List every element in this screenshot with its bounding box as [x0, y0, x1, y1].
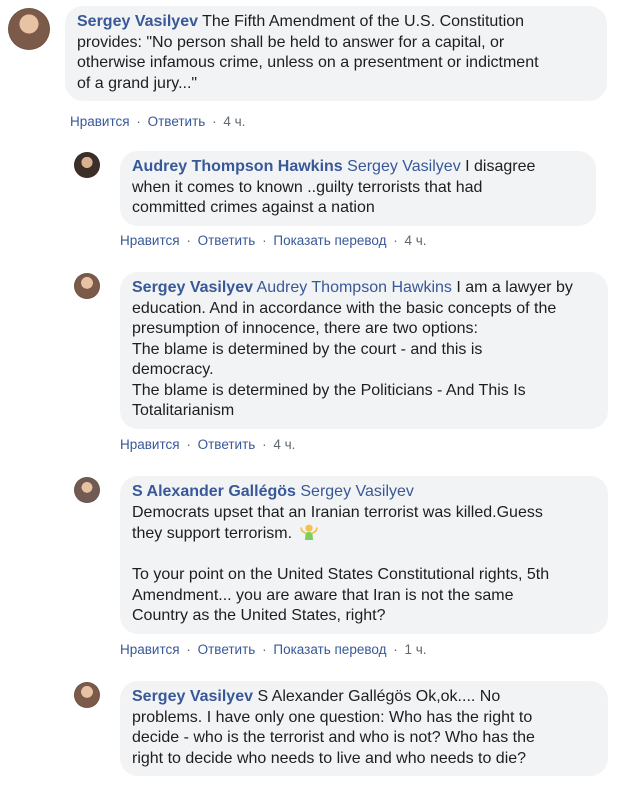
comment-author[interactable]: Sergey Vasilyev [77, 13, 198, 30]
like-link[interactable]: Нравится [120, 642, 180, 657]
comment-text: right to decide who needs to live and wh… [132, 749, 527, 767]
comment-actions: Нравится · Ответить · 4 ч. [120, 437, 295, 452]
timestamp[interactable]: 4 ч. [404, 233, 426, 248]
mention-link[interactable]: Sergey Vasilyev [300, 483, 414, 500]
comment-author[interactable]: S Alexander Gallégös [132, 483, 296, 500]
comment-text: problems. I have only one question: Who … [132, 708, 533, 726]
reply-comment: Audrey Thompson Hawkins Sergey Vasilyev … [74, 151, 596, 226]
comment-text: Amendment... you are aware that Iran is … [132, 586, 514, 604]
avatar[interactable] [74, 273, 100, 299]
comment-text: committed crimes against a nation [132, 199, 375, 216]
comment-text: The blame is determined by the court - a… [132, 340, 483, 358]
comment-text: provides: "No person shall be held to an… [77, 33, 505, 51]
reply-comment: S Alexander Gallégös Sergey Vasilyev Dem… [74, 476, 608, 634]
comment-text: democracy. [132, 361, 214, 378]
comment-bubble: Sergey Vasilyev S Alexander Gallégös Ok,… [120, 681, 608, 776]
comment-text: when it comes to known ..guilty terroris… [132, 178, 483, 196]
comment-bubble: Sergey Vasilyev Audrey Thompson Hawkins … [120, 272, 608, 429]
comment-text: of a grand jury..." [77, 74, 198, 92]
comment-text: I am a lawyer by [456, 279, 573, 296]
comment: Sergey Vasilyev The Fifth Amendment of t… [8, 6, 607, 101]
comment-text: decide - who is the terrorist and who is… [132, 729, 535, 746]
comment-text: The blame is determined by the Politicia… [132, 381, 526, 399]
comment-text: education. And in accordance with the ba… [132, 299, 557, 317]
separator-dot: · [186, 233, 191, 248]
reply-link[interactable]: Ответить [198, 233, 256, 248]
comment-author[interactable]: Sergey Vasilyev [132, 279, 253, 296]
comment-actions: Нравится · Ответить · Показать перевод ·… [120, 642, 427, 657]
comment-author[interactable]: Audrey Thompson Hawkins [132, 158, 343, 175]
comment-text: I disagree [465, 158, 536, 175]
reply-link[interactable]: Ответить [198, 437, 256, 452]
mention-link[interactable]: Audrey Thompson Hawkins [257, 279, 452, 296]
comment-author[interactable]: Sergey Vasilyev [132, 688, 253, 705]
separator-dot: · [262, 437, 267, 452]
avatar[interactable] [74, 682, 100, 708]
translate-link[interactable]: Показать перевод [273, 233, 386, 248]
mention-link[interactable]: Sergey Vasilyev [347, 158, 461, 175]
timestamp[interactable]: 1 ч. [404, 642, 426, 657]
comment-text: otherwise infamous crime, unless on a pr… [77, 54, 539, 71]
reply-comment: Sergey Vasilyev Audrey Thompson Hawkins … [74, 272, 608, 429]
reply-link[interactable]: Ответить [198, 642, 256, 657]
comment-text: they support terrorism. [132, 525, 293, 542]
comment-text [132, 545, 596, 566]
avatar[interactable] [8, 8, 50, 50]
comment-text: S Alexander Gallégös Ok,ok.... No [257, 688, 501, 705]
avatar[interactable] [74, 477, 100, 503]
separator-dot: · [262, 642, 267, 657]
comment-text: To your point on the United States Const… [132, 566, 550, 583]
separator-dot: · [136, 114, 141, 129]
separator-dot: · [212, 114, 217, 129]
comment-text: presumption of innocence, there are two … [132, 320, 478, 337]
comment-text: Democrats upset that an Iranian terroris… [132, 503, 543, 521]
comment-actions: Нравится · Ответить · 4 ч. [70, 114, 245, 129]
separator-dot: · [262, 233, 267, 248]
separator-dot: · [186, 642, 191, 657]
separator-dot: · [393, 642, 398, 657]
separator-dot: · [393, 233, 398, 248]
like-link[interactable]: Нравится [120, 233, 180, 248]
reply-comment: Sergey Vasilyev S Alexander Gallégös Ok,… [74, 681, 608, 776]
person-shrugging-emoji [299, 524, 318, 540]
translate-link[interactable]: Показать перевод [273, 642, 386, 657]
comment-bubble: Audrey Thompson Hawkins Sergey Vasilyev … [120, 151, 596, 226]
timestamp[interactable]: 4 ч. [273, 437, 295, 452]
comment-bubble: S Alexander Gallégös Sergey Vasilyev Dem… [120, 476, 608, 634]
reply-link[interactable]: Ответить [148, 114, 206, 129]
like-link[interactable]: Нравится [70, 114, 130, 129]
comment-text: Totalitarianism [132, 402, 235, 419]
avatar[interactable] [74, 152, 100, 178]
like-link[interactable]: Нравится [120, 437, 180, 452]
comment-text: The Fifth Amendment of the U.S. Constitu… [202, 13, 525, 30]
timestamp[interactable]: 4 ч. [223, 114, 245, 129]
comment-actions: Нравится · Ответить · Показать перевод ·… [120, 233, 427, 248]
comment-bubble: Sergey Vasilyev The Fifth Amendment of t… [65, 6, 607, 101]
comment-text: Country as the United States, right? [132, 607, 386, 624]
separator-dot: · [186, 437, 191, 452]
